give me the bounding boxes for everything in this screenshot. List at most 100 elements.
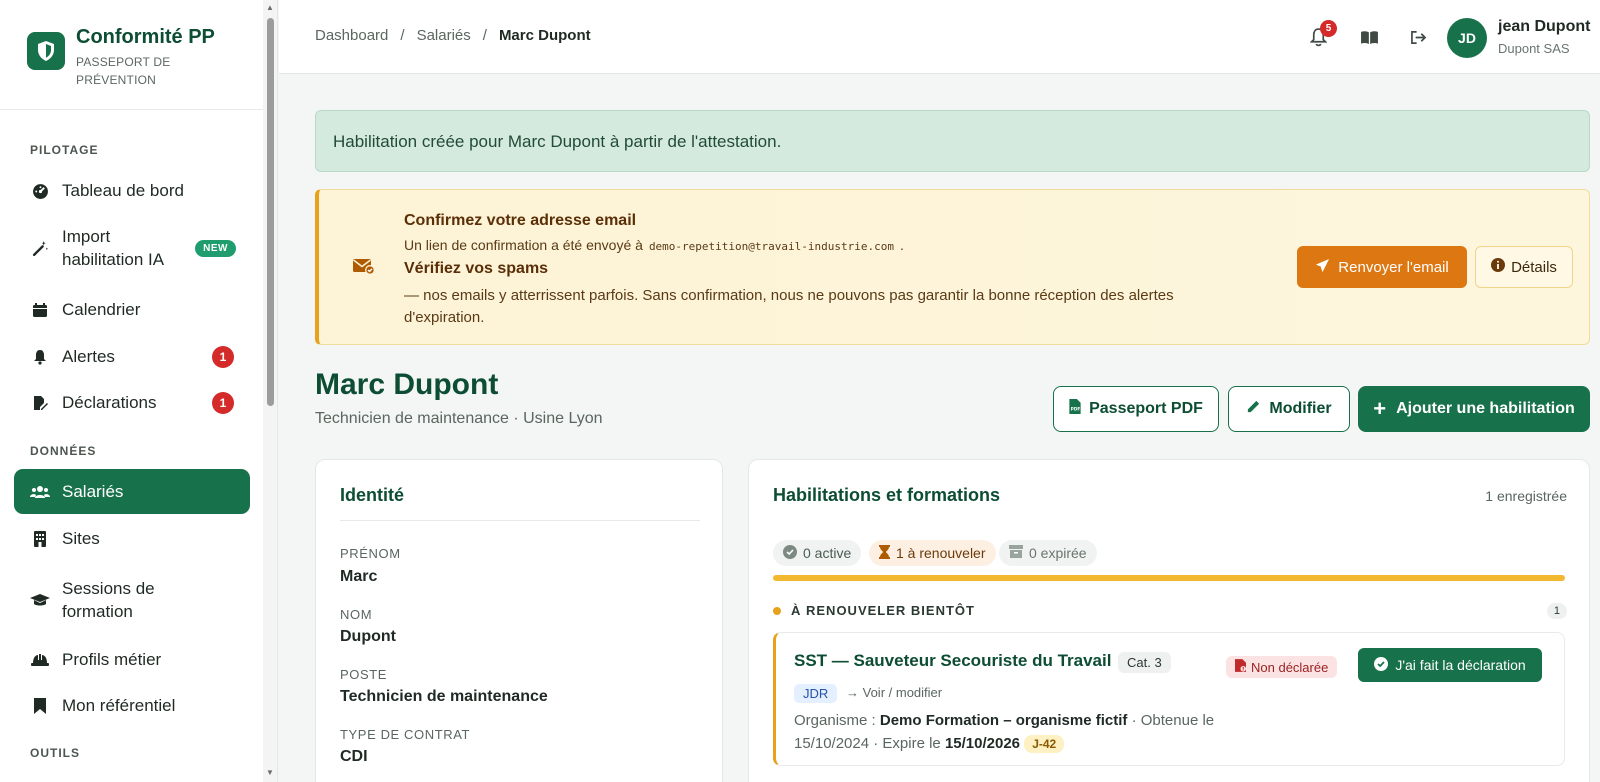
nav-section-pilotage: PILOTAGE <box>30 143 99 157</box>
sidebar-item-label: Mon référentiel <box>62 696 176 715</box>
hourglass-icon <box>879 544 890 562</box>
book-icon[interactable] <box>1358 26 1380 48</box>
email-address: demo-repetition@travail-industrie.com <box>648 240 894 253</box>
breadcrumb-employees[interactable]: Salariés <box>417 27 471 44</box>
edit-label: Modifier <box>1269 400 1332 417</box>
scroll-down-arrow-icon[interactable]: ▼ <box>266 768 274 777</box>
sidebar-scrollbar[interactable]: ▲ ▼ <box>263 0 277 782</box>
view-edit-link[interactable]: → Voir / modifier <box>846 685 942 700</box>
spam-text: — nos emails y atterrissent parfois. San… <box>404 287 1174 326</box>
add-habilitation-label: Ajouter une habilitation <box>1396 400 1575 417</box>
breadcrumb-separator: / <box>400 27 405 44</box>
info-icon <box>1491 258 1506 276</box>
sidebar-item-training-sessions[interactable]: Sessions de formation <box>14 575 250 625</box>
sidebar-item-label: Alertes <box>62 347 115 366</box>
passport-pdf-button[interactable]: PDF Passeport PDF <box>1053 386 1219 432</box>
habilitation-name[interactable]: SST — Sauveteur Secouriste du Travail <box>794 651 1111 671</box>
graduation-cap-icon <box>30 590 50 610</box>
scrollbar-thumb[interactable] <box>267 18 274 406</box>
category-badge: Cat. 3 <box>1118 652 1171 673</box>
field-value-contract: CDI <box>340 748 368 765</box>
sidebar-item-label: Import habilitation IA <box>62 227 165 269</box>
sidebar-item-declarations[interactable]: Déclarations 1 <box>14 383 250 423</box>
arrow-right-icon: → <box>846 685 863 700</box>
sidebar-item-label: Déclarations <box>62 393 157 412</box>
alerts-count-badge: 1 <box>212 346 234 368</box>
chip-expired-label: 0 expirée <box>1029 545 1087 561</box>
top-bar: Dashboard / Salariés / Marc Dupont <box>279 0 1600 74</box>
obtained-date: 15/10/2024 <box>794 735 870 752</box>
user-organization: Dupont SAS <box>1498 41 1570 56</box>
countdown-badge: J-42 <box>1024 735 1065 753</box>
status-label: Non déclarée <box>1251 659 1329 675</box>
file-alert-icon <box>1235 659 1246 675</box>
field-value-lastname: Dupont <box>340 628 396 645</box>
habilitation-details: Organisme : Demo Formation – organisme f… <box>794 709 1224 756</box>
brand[interactable]: Conformité PP PASSEPORT DE PRÉVENTION <box>0 0 277 110</box>
sidebar-item-label: Profils métier <box>62 650 162 669</box>
habilitations-count: 1 enregistrée <box>1485 488 1567 504</box>
user-name[interactable]: jean Dupont <box>1498 18 1590 36</box>
page-title: Marc Dupont <box>315 368 499 401</box>
magic-wand-icon <box>30 238 50 258</box>
declare-button[interactable]: J'ai fait la déclaration <box>1358 648 1542 682</box>
chip-renew-label: 1 à renouveler <box>896 545 986 561</box>
field-value-firstname: Marc <box>340 568 378 585</box>
brand-title: Conformité PP <box>76 26 215 48</box>
scroll-up-arrow-icon[interactable]: ▲ <box>266 3 274 12</box>
logout-icon[interactable] <box>1407 26 1429 48</box>
hard-hat-icon <box>30 650 50 670</box>
svg-text:PDF: PDF <box>1071 406 1081 411</box>
archive-icon <box>1009 545 1023 561</box>
sidebar: Conformité PP PASSEPORT DE PRÉVENTION PI… <box>0 0 278 782</box>
sidebar-item-label: Salariés <box>62 481 124 501</box>
sidebar-item-dashboard[interactable]: Tableau de bord <box>14 171 250 211</box>
sidebar-item-job-profiles[interactable]: Profils métier <box>14 640 250 680</box>
field-label-contract: TYPE DE CONTRAT <box>340 727 471 742</box>
status-progress-bar <box>773 575 1565 581</box>
habilitation-item[interactable]: SST — Sauveteur Secouriste du Travail Ca… <box>773 632 1565 766</box>
org-label: Organisme : <box>794 712 876 729</box>
resend-email-button[interactable]: Renvoyer l'email <box>1297 246 1467 288</box>
page-subtitle: Technicien de maintenance · Usine Lyon <box>315 410 603 427</box>
building-icon <box>30 529 50 549</box>
check-circle-icon <box>783 544 797 562</box>
success-alert: Habilitation créée pour Marc Dupont à pa… <box>315 110 1590 172</box>
plus-icon: + <box>1373 396 1387 421</box>
habilitations-card: Habilitations et formations 1 enregistré… <box>748 459 1590 782</box>
edit-button[interactable]: Modifier <box>1228 386 1350 432</box>
view-edit-label: Voir / modifier <box>862 685 943 700</box>
sidebar-item-label: Calendrier <box>62 300 141 319</box>
section-renew-title: À RENOUVELER BIENTÔT <box>791 603 975 618</box>
field-label-firstname: PRÉNOM <box>340 546 401 561</box>
pencil-icon <box>1246 399 1261 419</box>
email-alert-title: Confirmez votre adresse email <box>404 212 637 229</box>
bookmark-icon <box>30 696 50 716</box>
filter-chip-renew[interactable]: 1 à renouveler <box>869 540 996 566</box>
email-alert-prefix: Un lien de confirmation a été envoyé à <box>404 237 643 253</box>
filter-chip-active[interactable]: 0 active <box>773 540 862 566</box>
sidebar-item-alerts[interactable]: Alertes 1 <box>14 337 250 377</box>
sidebar-item-my-referential[interactable]: Mon référentiel <box>14 686 250 726</box>
details-button[interactable]: Détails <box>1475 246 1573 288</box>
add-habilitation-button[interactable]: + Ajouter une habilitation <box>1358 386 1590 432</box>
spam-title: Vérifiez vos spams <box>404 260 549 277</box>
tag-badge: JDR <box>794 684 838 703</box>
sidebar-item-label: Tableau de bord <box>62 181 184 200</box>
breadcrumb-dashboard[interactable]: Dashboard <box>315 27 388 44</box>
filter-chip-expired[interactable]: 0 expirée <box>999 540 1097 566</box>
gauge-icon <box>30 181 50 201</box>
sidebar-item-calendar[interactable]: Calendrier <box>14 290 250 330</box>
shield-icon <box>27 32 65 70</box>
chip-active-label: 0 active <box>803 545 852 561</box>
passport-pdf-label: Passeport PDF <box>1089 400 1203 417</box>
sidebar-item-import-ia[interactable]: Import habilitation IA NEW <box>14 224 250 272</box>
new-badge: NEW <box>195 239 236 257</box>
sidebar-item-sites[interactable]: Sites <box>14 519 250 559</box>
details-label: Détails <box>1511 258 1557 276</box>
sidebar-item-employees[interactable]: Salariés <box>14 469 250 514</box>
avatar[interactable]: JD <box>1447 18 1487 58</box>
field-label-position: POSTE <box>340 667 388 682</box>
email-alert-suffix: . <box>899 237 904 253</box>
status-dot <box>773 606 781 615</box>
